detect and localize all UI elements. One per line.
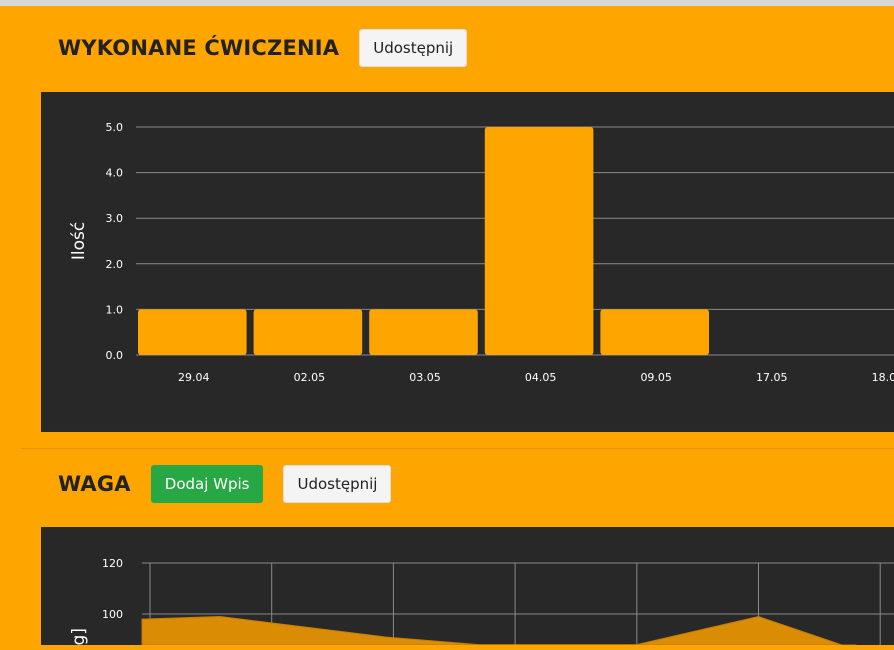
- y-axis-label: Ilość: [69, 222, 89, 260]
- bar: [484, 127, 594, 355]
- exercises-title: WYKONANE ĆWICZENIA: [58, 36, 340, 60]
- x-tick-label: 03.05: [409, 371, 441, 384]
- y-tick-label: 0.0: [106, 349, 124, 362]
- exercises-chart-panel: 0.0 1.0 2.0 3.0 4.0 5.0 29.04 02.05 03.05 04.05 09…: [41, 92, 894, 432]
- y-tick-label: 3.0: [106, 212, 124, 225]
- x-tick-label: 29.04: [178, 371, 210, 384]
- add-entry-button[interactable]: Dodaj Wpis: [150, 465, 264, 503]
- bar: [600, 309, 709, 355]
- weight-area-series: [141, 616, 857, 650]
- x-tick-label: 04.05: [525, 371, 557, 384]
- exercises-bar-chart: 0.0 1.0 2.0 3.0 4.0 5.0 29.04 02.05 03.05 04.05 09…: [69, 121, 894, 384]
- section-divider: [21, 448, 894, 449]
- bar: [138, 309, 247, 355]
- y-tick-label: 2.0: [106, 258, 124, 271]
- exercises-header: WYKONANE ĆWICZENIA Udostępnij: [58, 29, 468, 67]
- bar: [369, 309, 478, 355]
- browser-top-bar: [0, 0, 894, 6]
- weight-title: WAGA: [58, 472, 131, 496]
- y-tick-label: 100: [102, 608, 123, 621]
- left-strip: [0, 6, 21, 645]
- weight-header: WAGA Dodaj Wpis Udostępnij: [58, 465, 392, 503]
- weight-area-chart: 100 120 [kg]: [69, 557, 894, 650]
- y-axis-label: [kg]: [69, 628, 89, 645]
- y-tick-label: 120: [102, 557, 123, 570]
- y-tick-label: 5.0: [106, 121, 124, 134]
- x-tick-label: 18.05: [872, 371, 894, 384]
- y-tick-label: 1.0: [106, 303, 124, 316]
- x-tick-label: 09.05: [640, 371, 672, 384]
- bar: [253, 309, 363, 355]
- weight-chart-panel: 100 120 [kg]: [41, 527, 894, 650]
- x-tick-label: 17.05: [756, 371, 788, 384]
- y-tick-label: 4.0: [106, 167, 124, 180]
- x-tick-label: 02.05: [294, 371, 326, 384]
- exercises-share-button[interactable]: Udostępnij: [359, 29, 468, 67]
- weight-share-button[interactable]: Udostępnij: [283, 465, 392, 503]
